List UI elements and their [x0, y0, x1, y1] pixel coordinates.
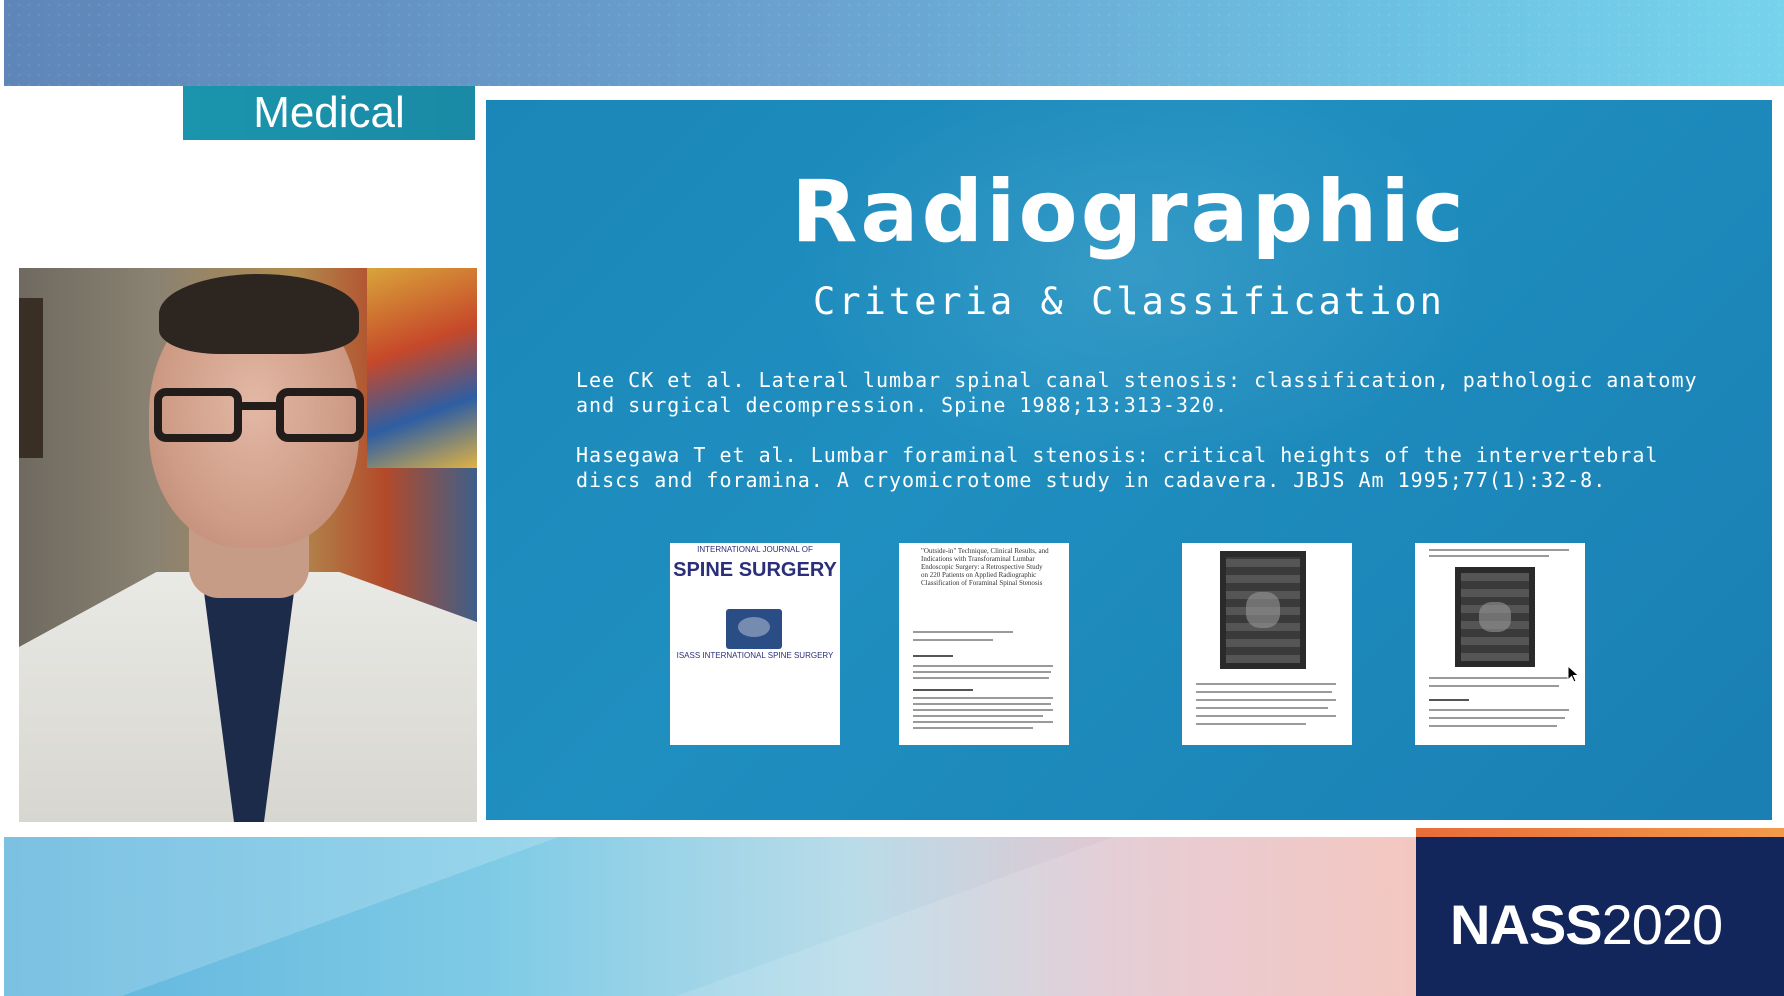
text-line — [1429, 699, 1469, 701]
isass-logo — [726, 609, 782, 649]
text-line — [913, 671, 1051, 673]
reference-hasegawa: Hasegawa T et al. Lumbar foraminal steno… — [576, 443, 1659, 492]
journal-masthead: INTERNATIONAL JOURNAL OF — [697, 545, 813, 554]
text-line — [913, 721, 1053, 723]
slide-subtitle: Criteria & Classification — [813, 280, 1445, 323]
presentation-slide: Radiographic Criteria & Classification L… — [486, 100, 1772, 820]
text-line — [1196, 699, 1336, 701]
brand-year: 2020 — [1601, 893, 1724, 956]
nass-brand-box: NASS2020 — [1416, 828, 1784, 996]
slide-title: Radiographic — [791, 162, 1467, 262]
reference-lee: Lee CK et al. Lateral lumbar spinal cana… — [576, 368, 1698, 417]
wall-frame — [19, 298, 43, 458]
text-line — [913, 677, 1049, 679]
text-line — [913, 715, 1043, 717]
text-line — [1429, 709, 1569, 711]
thumbnail-ct-figure — [1415, 543, 1585, 745]
text-line — [1429, 555, 1549, 557]
eyeglasses — [154, 388, 364, 446]
text-line — [913, 689, 973, 691]
text-line — [1429, 677, 1569, 679]
right-lens — [276, 388, 364, 442]
thumbnail-article-first-page: "Outside-in" Technique, Clinical Results… — [899, 543, 1069, 745]
brand-accent-stripe — [1416, 828, 1784, 837]
isass-logo-caption: ISASS INTERNATIONAL SPINE SURGERY — [676, 651, 834, 660]
text-line — [1196, 707, 1328, 709]
mri-image — [1220, 551, 1306, 669]
text-line — [1196, 723, 1306, 725]
journal-title: SPINE SURGERY — [673, 559, 837, 581]
speaker-webcam-video — [19, 268, 477, 822]
text-line — [1196, 683, 1336, 685]
text-line — [913, 631, 1013, 633]
glasses-bridge — [240, 402, 278, 410]
text-line — [1429, 717, 1565, 719]
mouse-pointer-icon — [1567, 665, 1580, 683]
text-line — [913, 639, 993, 641]
brand-name: NASS — [1450, 893, 1603, 956]
text-line — [913, 655, 953, 657]
text-line — [1196, 691, 1332, 693]
wall-painting — [367, 268, 477, 468]
nass-logo: NASS2020 — [1450, 893, 1724, 956]
top-banner — [4, 0, 1784, 86]
thumbnail-journal-cover: INTERNATIONAL JOURNAL OF SPINE SURGERY I… — [670, 543, 840, 745]
ct-image — [1455, 567, 1535, 667]
bottom-banner — [4, 837, 1416, 996]
thumbnail-mri-figure — [1182, 543, 1352, 745]
hair — [159, 274, 359, 354]
left-lens — [154, 388, 242, 442]
text-line — [1429, 725, 1557, 727]
text-line — [913, 727, 1033, 729]
category-badge: Medical — [183, 86, 475, 140]
text-line — [913, 703, 1051, 705]
text-line — [913, 665, 1053, 667]
text-line — [1196, 715, 1336, 717]
text-line — [1429, 685, 1559, 687]
text-line — [913, 697, 1053, 699]
text-line — [1429, 549, 1569, 551]
text-line — [913, 709, 1053, 711]
article-title: "Outside-in" Technique, Clinical Results… — [921, 547, 1049, 587]
